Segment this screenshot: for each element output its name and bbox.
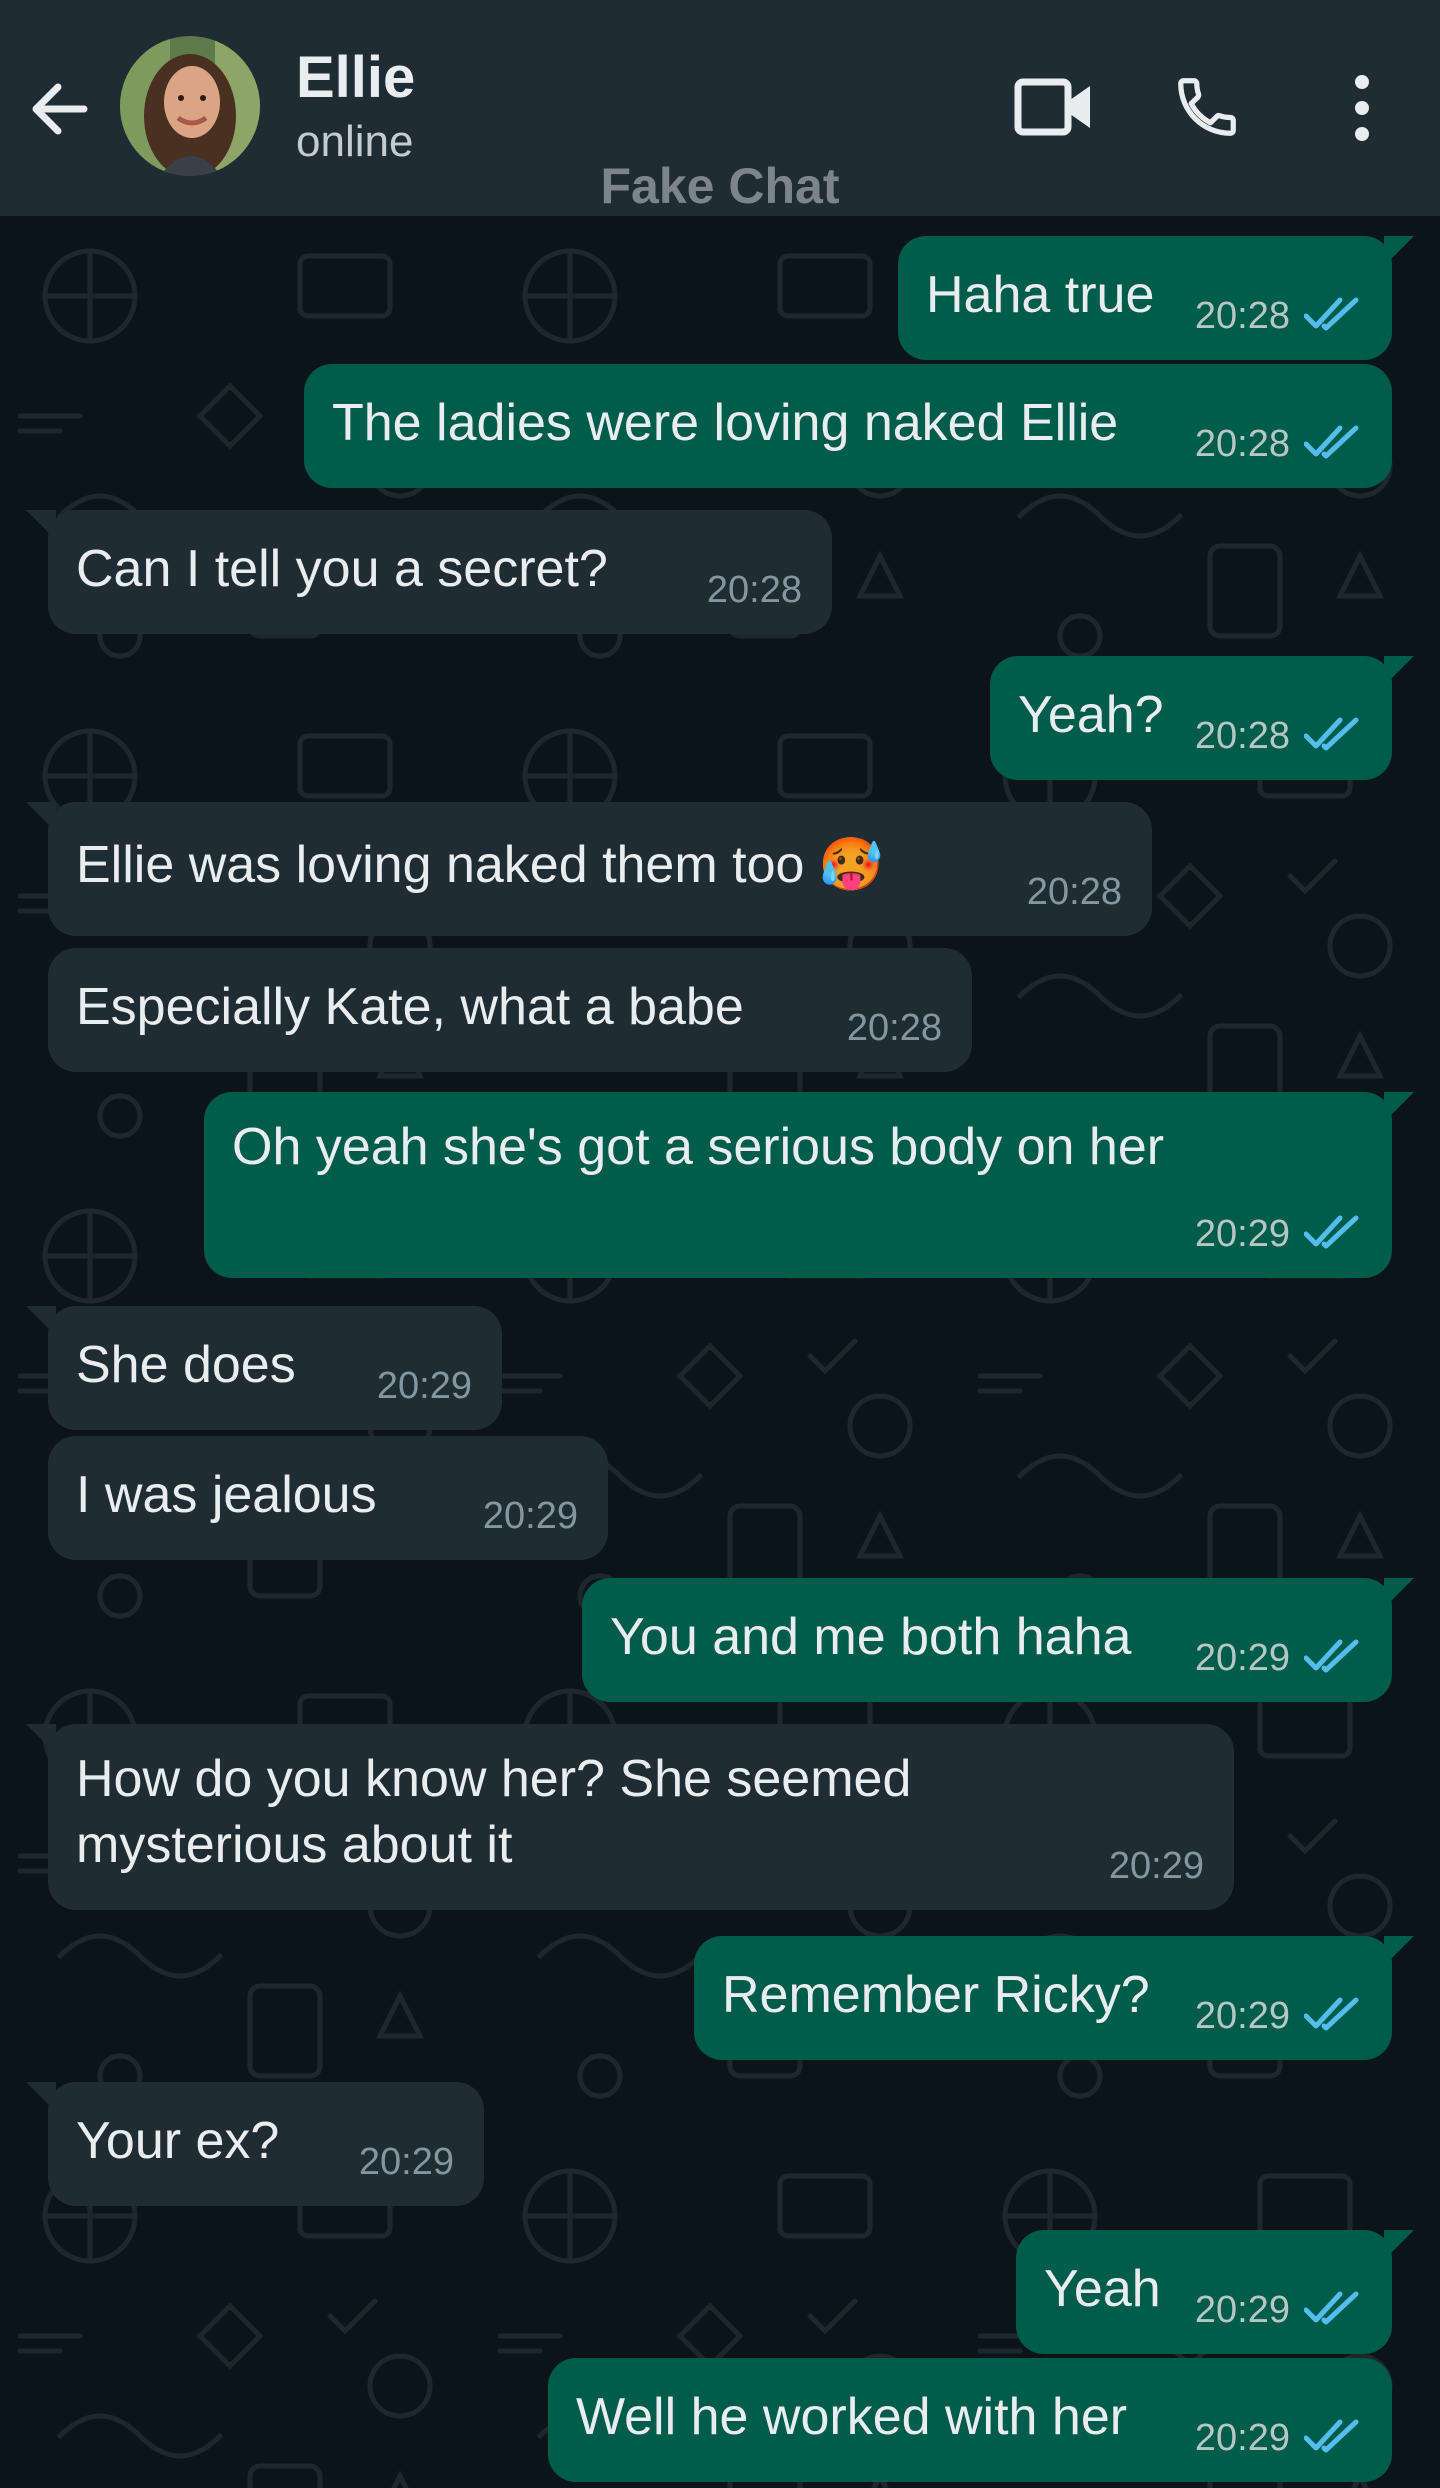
incoming-message[interactable]: Especially Kate, what a babe 20:28: [48, 948, 972, 1072]
read-receipt-icon: [1304, 425, 1359, 459]
incoming-message[interactable]: Your ex? 20:29: [26, 2082, 484, 2206]
message-text: Well he worked with her: [576, 2388, 1128, 2446]
watermark: Fake Chat: [600, 158, 840, 214]
bubble-tail: [1384, 656, 1414, 686]
contact-status: online: [296, 117, 414, 166]
read-receipt-icon: [1304, 1997, 1359, 2031]
message-text: Especially Kate, what a babe: [76, 978, 744, 1036]
phone-icon[interactable]: [1172, 72, 1242, 142]
message-time: 20:28: [1194, 423, 1290, 465]
bubble-tail: [26, 510, 56, 540]
contact-name[interactable]: Ellie: [296, 44, 415, 112]
read-receipt-icon: [1304, 1215, 1359, 1249]
incoming-message[interactable]: Can I tell you a secret? 20:28: [26, 510, 832, 634]
message-text: Yeah?: [1018, 686, 1164, 744]
read-receipt-icon: [1304, 2419, 1359, 2453]
message-text: The ladies were loving naked Ellie: [332, 394, 1119, 452]
bubble-tail: [1384, 1092, 1414, 1122]
incoming-message[interactable]: She does 20:29: [26, 1306, 502, 1430]
message-time: 20:29: [1194, 1637, 1290, 1679]
message-text: Can I tell you a secret?: [76, 540, 608, 598]
bubble-tail: [1384, 1578, 1414, 1608]
bubble-tail: [1384, 1936, 1414, 1966]
message-text: Oh yeah she's got a serious body on her: [232, 1118, 1165, 1176]
outgoing-message[interactable]: Haha true 20:28: [898, 236, 1414, 360]
bubble-tail: [1384, 2230, 1414, 2260]
outgoing-message[interactable]: Oh yeah she's got a serious body on her 2…: [204, 1092, 1414, 1278]
message-text: She does: [76, 1336, 296, 1394]
incoming-message[interactable]: How do you know her? She seemed mysteriou…: [26, 1724, 1234, 1910]
bubble-tail: [26, 1306, 56, 1336]
message-time: 20:29: [1194, 2289, 1290, 2331]
bubble-tail: [26, 2082, 56, 2112]
message-text: Ellie was loving naked them too 🥵: [76, 836, 884, 894]
read-receipt-icon: [1304, 717, 1359, 751]
bubble-tail: [26, 1724, 56, 1754]
message-text: I was jealous: [76, 1466, 377, 1524]
arrow-left-icon[interactable]: [24, 74, 94, 144]
message-text: Yeah: [1044, 2260, 1161, 2318]
read-receipt-icon: [1304, 297, 1359, 331]
message-text-line-2: mysterious about it: [76, 1816, 513, 1874]
outgoing-message[interactable]: Well he worked with her 20:29: [548, 2358, 1392, 2482]
message-text: Haha true: [926, 266, 1155, 324]
message-time: 20:28: [1026, 871, 1122, 913]
incoming-message[interactable]: I was jealous 20:29: [48, 1436, 608, 1560]
message-time: 20:28: [846, 1007, 942, 1049]
chat-area[interactable]: Haha true 20:28 The ladies were loving nak…: [0, 216, 1440, 2488]
outgoing-message[interactable]: Yeah? 20:28: [990, 656, 1414, 780]
incoming-message[interactable]: Ellie was loving naked them too 🥵 20:28: [26, 802, 1152, 936]
message-time: 20:29: [482, 1495, 578, 1537]
read-receipt-icon: [1304, 2291, 1359, 2325]
outgoing-message[interactable]: Yeah 20:29: [1016, 2230, 1414, 2354]
message-text: Remember Ricky?: [722, 1966, 1150, 2024]
message-time: 20:29: [1194, 1995, 1290, 2037]
message-time: 20:28: [706, 569, 802, 611]
outgoing-message[interactable]: Remember Ricky? 20:29: [694, 1936, 1414, 2060]
message-time: 20:28: [1194, 295, 1290, 337]
message-text: Your ex?: [76, 2112, 280, 2170]
message-time: 20:29: [376, 1365, 472, 1407]
bubble-tail: [1384, 236, 1414, 266]
avatar[interactable]: [120, 36, 260, 176]
read-receipt-icon: [1304, 1639, 1359, 1673]
bubble-tail: [26, 802, 56, 832]
outgoing-message[interactable]: You and me both haha 20:29: [582, 1578, 1414, 1702]
avatar-photo: [120, 36, 260, 176]
message-text: You and me both haha: [610, 1608, 1132, 1666]
message-time: 20:29: [1194, 2417, 1290, 2459]
outgoing-message[interactable]: The ladies were loving naked Ellie 20:28: [304, 364, 1392, 488]
message-time: 20:29: [1194, 1213, 1290, 1255]
message-time: 20:28: [1194, 715, 1290, 757]
message-text: How do you know her? She seemed: [76, 1750, 912, 1808]
message-time: 20:29: [358, 2141, 454, 2183]
message-time: 20:29: [1108, 1845, 1204, 1887]
video-call-icon[interactable]: [1014, 76, 1094, 138]
more-vertical-icon[interactable]: [1340, 74, 1384, 144]
